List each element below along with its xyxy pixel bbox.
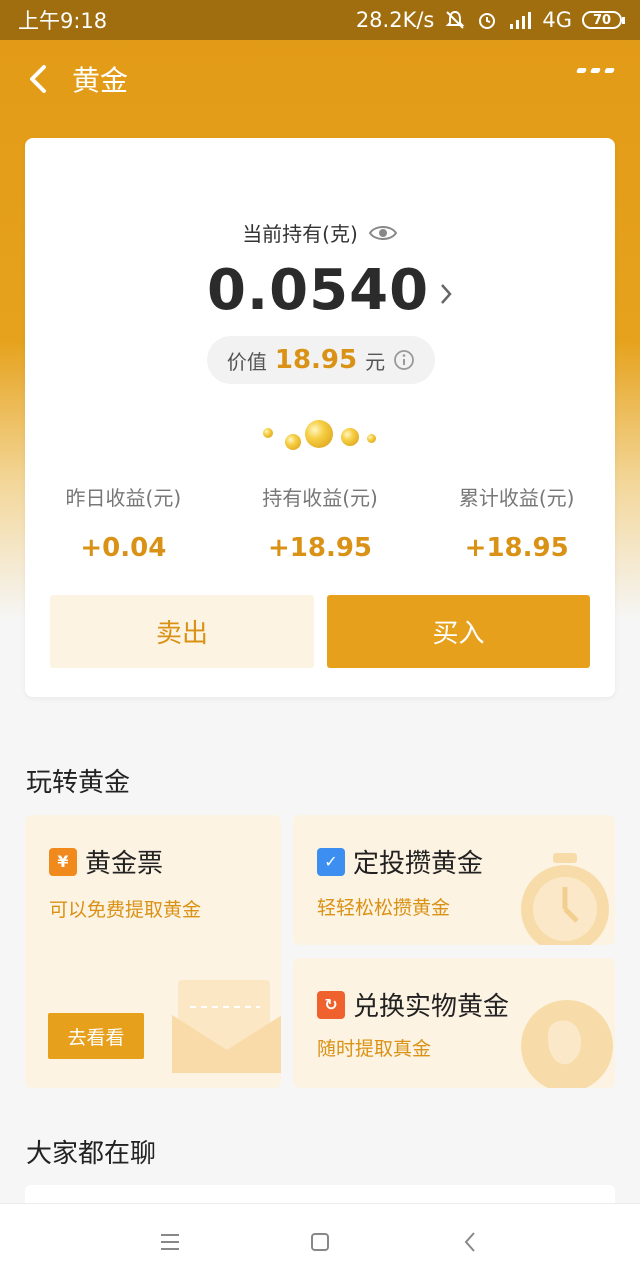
battery-icon: 70: [582, 11, 625, 29]
sell-button[interactable]: 卖出: [50, 595, 314, 668]
tile-subtitle: 轻轻松松攒黄金: [317, 897, 451, 919]
section-title-play: 玩转黄金: [26, 768, 131, 798]
status-time: 上午9:18: [18, 9, 108, 33]
stat-yesterday[interactable]: 昨日收益(元) +0.04: [25, 482, 222, 563]
stopwatch-icon: [521, 853, 609, 945]
gold-coin-icon: [521, 1000, 613, 1088]
stat-holding[interactable]: 持有收益(元) +18.95: [222, 482, 419, 563]
value-amount: 18.95: [274, 345, 358, 375]
stat-label: 持有收益(元): [262, 486, 378, 510]
ticket-icon: ¥: [49, 847, 77, 876]
tile-title: 黄金票: [85, 849, 164, 879]
value-pill: 价值 18.95 元: [207, 336, 435, 384]
holding-label-row: 当前持有(克): [25, 218, 615, 247]
holding-amount[interactable]: 0.0540: [207, 258, 429, 323]
signal-icon: [510, 12, 532, 29]
tile-subtitle: 可以免费提取黄金: [49, 899, 202, 921]
top-nav-bar: 黄金: [0, 40, 640, 118]
mute-bell-icon: [445, 10, 465, 29]
chevron-right-icon[interactable]: [439, 282, 453, 306]
gold-ticket-tile[interactable]: ¥ 黄金票 可以免费提取黄金 去看看: [25, 815, 281, 1088]
value-unit: 元: [365, 349, 386, 374]
battery-level: 70: [592, 12, 612, 28]
info-icon[interactable]: [393, 349, 415, 371]
status-bar: 上午9:18 28.2K/s 4G 70: [0, 0, 640, 40]
stat-label: 累计收益(元): [458, 486, 575, 510]
status-indicators: 28.2K/s 4G 70: [355, 8, 625, 32]
go-look-button[interactable]: 去看看: [48, 1013, 144, 1059]
holding-amount-row[interactable]: 0.0540: [25, 258, 615, 323]
menu-key[interactable]: [150, 1222, 190, 1262]
eye-icon[interactable]: [368, 223, 398, 243]
exchange-icon: ↻: [317, 990, 345, 1019]
home-key[interactable]: [300, 1222, 340, 1262]
more-dots-icon[interactable]: [576, 68, 615, 73]
alarm-icon: [479, 13, 496, 29]
auto-invest-tile[interactable]: ✓ 定投攒黄金 轻轻松松攒黄金: [293, 815, 615, 945]
holding-card: 当前持有(克) 0.0540 价值 18.95 元 昨日收益(元) +0.04: [25, 138, 615, 697]
envelope-icon: [172, 980, 281, 1073]
back-key[interactable]: [450, 1222, 490, 1262]
earnings-stats: 昨日收益(元) +0.04 持有收益(元) +18.95 累计收益(元) +18…: [25, 482, 615, 563]
stat-label: 昨日收益(元): [65, 486, 182, 510]
back-button[interactable]: [8, 40, 68, 118]
calendar-icon: ✓: [317, 847, 345, 876]
stat-value: +18.95: [267, 533, 373, 563]
page-title: 黄金: [72, 64, 129, 97]
stat-value: +0.04: [80, 533, 167, 563]
stat-cumulative[interactable]: 累计收益(元) +18.95: [418, 482, 615, 563]
tile-title: 兑换实物黄金: [353, 992, 510, 1022]
network-type: 4G: [542, 8, 572, 32]
network-speed: 28.2K/s: [355, 8, 435, 32]
back-arrow-icon: [464, 1232, 475, 1252]
tile-head: ↻ 兑换实物黄金: [317, 986, 509, 1023]
gold-beads-decoration: [255, 414, 385, 454]
stat-value: +18.95: [464, 533, 569, 563]
back-chevron-icon: [30, 65, 46, 93]
tile-title: 定投攒黄金: [353, 849, 484, 879]
section-title-chat: 大家都在聊: [26, 1139, 157, 1169]
exchange-gold-tile[interactable]: ↻ 兑换实物黄金 随时提取真金: [293, 958, 615, 1088]
home-square-icon: [311, 1233, 329, 1251]
menu-icon: [161, 1234, 179, 1250]
value-label: 价值: [226, 349, 267, 374]
tile-subtitle: 随时提取真金: [317, 1038, 432, 1060]
tile-head: ¥ 黄金票: [49, 843, 163, 880]
system-nav-bar: [0, 1203, 640, 1280]
tile-head: ✓ 定投攒黄金: [317, 843, 483, 880]
holding-label: 当前持有(克): [242, 222, 358, 246]
buy-button[interactable]: 买入: [327, 595, 590, 668]
